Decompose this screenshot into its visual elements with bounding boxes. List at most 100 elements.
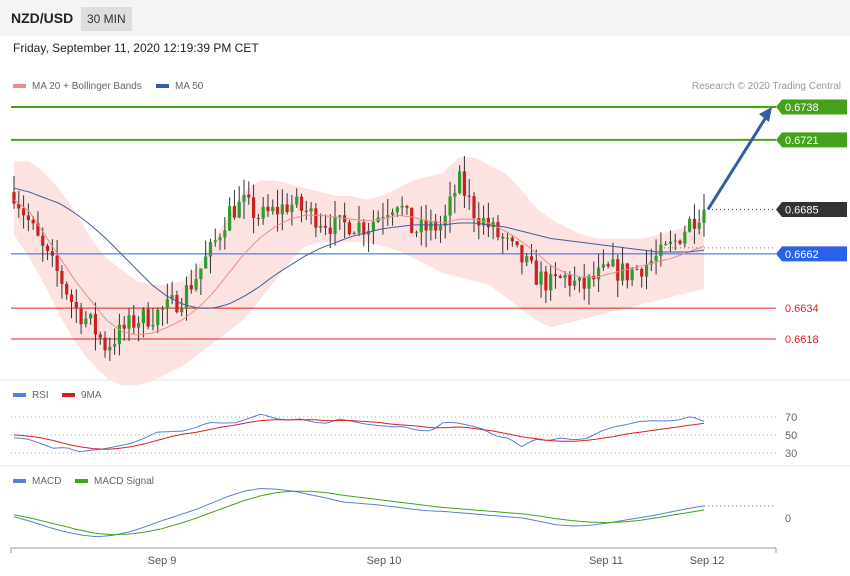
candle-body (568, 274, 572, 286)
rsi-tick-50: 50 (785, 430, 797, 442)
candle-body (386, 215, 390, 217)
candle-body (146, 309, 150, 327)
candle-body (175, 294, 179, 313)
bollinger-bands (14, 157, 704, 386)
candle-body (12, 192, 16, 204)
candle-body (151, 325, 155, 327)
candle-body (573, 280, 577, 286)
candle-body (477, 218, 481, 226)
candle-body (141, 309, 145, 324)
candle-body (275, 206, 280, 215)
rsi-tick-70: 70 (785, 412, 797, 424)
candle-body (50, 251, 54, 256)
candle-body (529, 256, 534, 261)
candle-body (644, 264, 649, 277)
candle-body (448, 196, 452, 216)
candle-body (453, 193, 457, 197)
candle-body (659, 244, 663, 257)
candle-body (84, 318, 88, 325)
candle-body (678, 240, 682, 244)
candle-body (515, 241, 519, 246)
candle-body (256, 217, 260, 219)
candle-body (127, 315, 131, 329)
candle-body (352, 232, 356, 235)
candle-body (237, 201, 241, 218)
candle-body (295, 196, 299, 205)
candle-body (117, 324, 122, 345)
candle-body (606, 264, 610, 267)
candle-body (199, 268, 203, 280)
candle-body (251, 197, 256, 218)
macd-line (13, 487, 705, 538)
candle-body (299, 196, 304, 211)
candle-body (21, 208, 26, 216)
candle-body (165, 299, 169, 309)
candle-body (611, 259, 615, 267)
candle-body (654, 256, 658, 261)
candle-body (544, 271, 548, 291)
candle-body (683, 231, 687, 244)
candle-body (587, 275, 591, 289)
candle-body (333, 216, 337, 234)
candle-body (577, 277, 582, 281)
candle-body (467, 195, 471, 197)
candle-body (242, 194, 246, 202)
candle-body (26, 215, 30, 221)
candle-body (189, 285, 193, 290)
price-chart[interactable]: 0.6738 0.6721 0.6685 0.6662 0.6634 0.6618 70 5… (0, 0, 850, 576)
candle-body (549, 274, 553, 291)
candle-body (668, 241, 673, 245)
candle-body (688, 218, 692, 232)
candle-body (271, 206, 275, 212)
candle-body (247, 194, 251, 198)
level-label-0.6634: 0.6634 (785, 303, 819, 315)
candle-body (419, 219, 423, 233)
candle-body (132, 315, 136, 328)
candle-body (228, 205, 232, 231)
level-label-0.6721: 0.6721 (785, 135, 819, 147)
candle-body (395, 207, 399, 213)
rsi-panel: 70 50 30 (11, 412, 797, 460)
candle-body (103, 337, 107, 351)
candle-body (520, 245, 524, 263)
candle-body (620, 263, 625, 281)
candle-body (505, 237, 510, 239)
candle-body (55, 255, 59, 271)
candle-body (309, 208, 313, 212)
candle-body (558, 276, 562, 278)
candle-body (204, 256, 208, 269)
macd-signal-line (13, 490, 705, 536)
candle-body (525, 256, 529, 263)
candle-body (93, 314, 98, 335)
candle-body (69, 294, 74, 302)
candle-body (596, 267, 601, 280)
candle-body (438, 225, 443, 231)
candle-body (290, 204, 294, 213)
candle-body (553, 274, 558, 277)
candle-body (472, 196, 476, 219)
x-label-sep-12: Sep 12 (690, 555, 725, 567)
candle-body (323, 226, 328, 228)
candle-body (458, 171, 462, 194)
candle-body (510, 237, 514, 242)
candle-body (136, 323, 141, 328)
level-label-0.6662: 0.6662 (785, 249, 819, 261)
candle-body (496, 222, 500, 238)
rsi-9ma-line (13, 419, 705, 450)
candle-body (194, 279, 198, 290)
candle-body (390, 212, 395, 216)
target-arrow-shaft (706, 113, 770, 211)
bollinger-band-fill (14, 157, 704, 386)
candle-body (462, 171, 467, 196)
candle-body (74, 301, 78, 308)
candle-body (539, 271, 543, 285)
x-axis-labels: Sep 9 Sep 10 Sep 11 Sep 12 (148, 555, 725, 567)
candle-body (45, 245, 50, 252)
candle-body (405, 206, 409, 208)
level-label-0.6685: 0.6685 (785, 204, 819, 216)
candle-body (180, 308, 184, 313)
candle-body (98, 334, 102, 338)
candle-body (79, 307, 83, 325)
candle-body (410, 207, 414, 234)
x-label-sep-10: Sep 10 (367, 555, 402, 567)
